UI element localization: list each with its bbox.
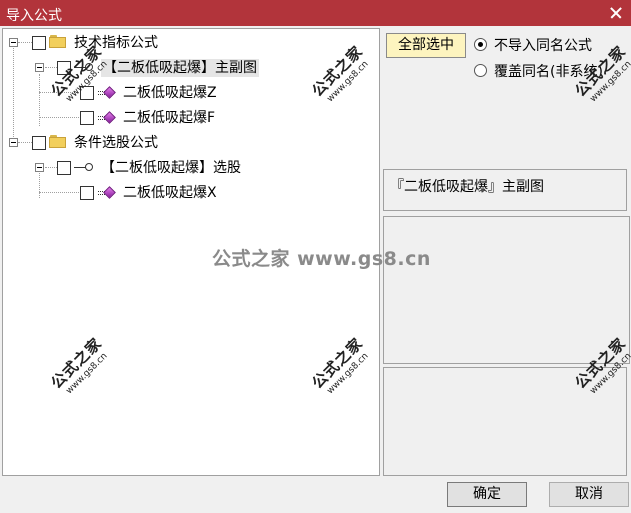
tree-connector: [39, 74, 40, 126]
tree-connector: [18, 142, 32, 143]
tree-connector: [39, 173, 40, 198]
key-icon: [74, 162, 94, 174]
no-import-radio[interactable]: [474, 38, 487, 51]
tree-expander[interactable]: [9, 138, 18, 147]
tree-group-label[interactable]: 条件选股公式: [74, 134, 158, 152]
no-import-label[interactable]: 不导入同名公式: [494, 35, 592, 55]
close-icon[interactable]: [605, 2, 627, 24]
watermark-center: 公式之家 www.gs8.cn: [212, 248, 431, 270]
tree-connector: [39, 92, 79, 93]
group-checkbox[interactable]: [32, 136, 46, 150]
tree-expander[interactable]: [35, 63, 44, 72]
key-icon: [74, 62, 94, 74]
tree-group-label[interactable]: 技术指标公式: [74, 34, 158, 52]
item-checkbox[interactable]: [80, 86, 94, 100]
preview-panel: [383, 216, 630, 364]
tree-connector: [39, 117, 79, 118]
item-checkbox[interactable]: [80, 111, 94, 125]
item-checkbox[interactable]: [57, 161, 71, 175]
item-checkbox[interactable]: [80, 186, 94, 200]
ok-button[interactable]: 确定: [447, 482, 527, 507]
tree-connector: [13, 42, 14, 143]
tree-item-label[interactable]: 二板低吸起爆X: [123, 184, 217, 202]
notes-panel: [383, 367, 627, 476]
select-all-button[interactable]: 全部选中: [386, 33, 466, 58]
tree-item-label[interactable]: 二板低吸起爆Z: [123, 84, 217, 102]
folder-icon: [49, 135, 66, 148]
tree-expander[interactable]: [35, 163, 44, 172]
overwrite-label[interactable]: 覆盖同名(非系统): [494, 61, 603, 81]
overwrite-radio[interactable]: [474, 64, 487, 77]
gem-icon: [98, 86, 116, 100]
tree-expander[interactable]: [9, 38, 18, 47]
tree-connector: [39, 192, 79, 193]
title-bar: 导入公式: [0, 0, 631, 26]
formula-description: 『二板低吸起爆』主副图: [390, 179, 544, 195]
tree-connector: [45, 67, 57, 68]
tree-connector: [45, 167, 57, 168]
tree-item-label[interactable]: 二板低吸起爆F: [123, 109, 215, 127]
group-checkbox[interactable]: [32, 36, 46, 50]
gem-icon: [98, 111, 116, 125]
window-title: 导入公式: [6, 8, 62, 24]
tree-item-label[interactable]: 【二板低吸起爆】选股: [101, 159, 241, 177]
folder-icon: [49, 35, 66, 48]
tree-item-label[interactable]: 【二板低吸起爆】主副图: [101, 59, 259, 77]
gem-icon: [98, 186, 116, 200]
item-checkbox[interactable]: [57, 61, 71, 75]
cancel-button[interactable]: 取消: [549, 482, 629, 507]
tree-connector: [18, 42, 32, 43]
